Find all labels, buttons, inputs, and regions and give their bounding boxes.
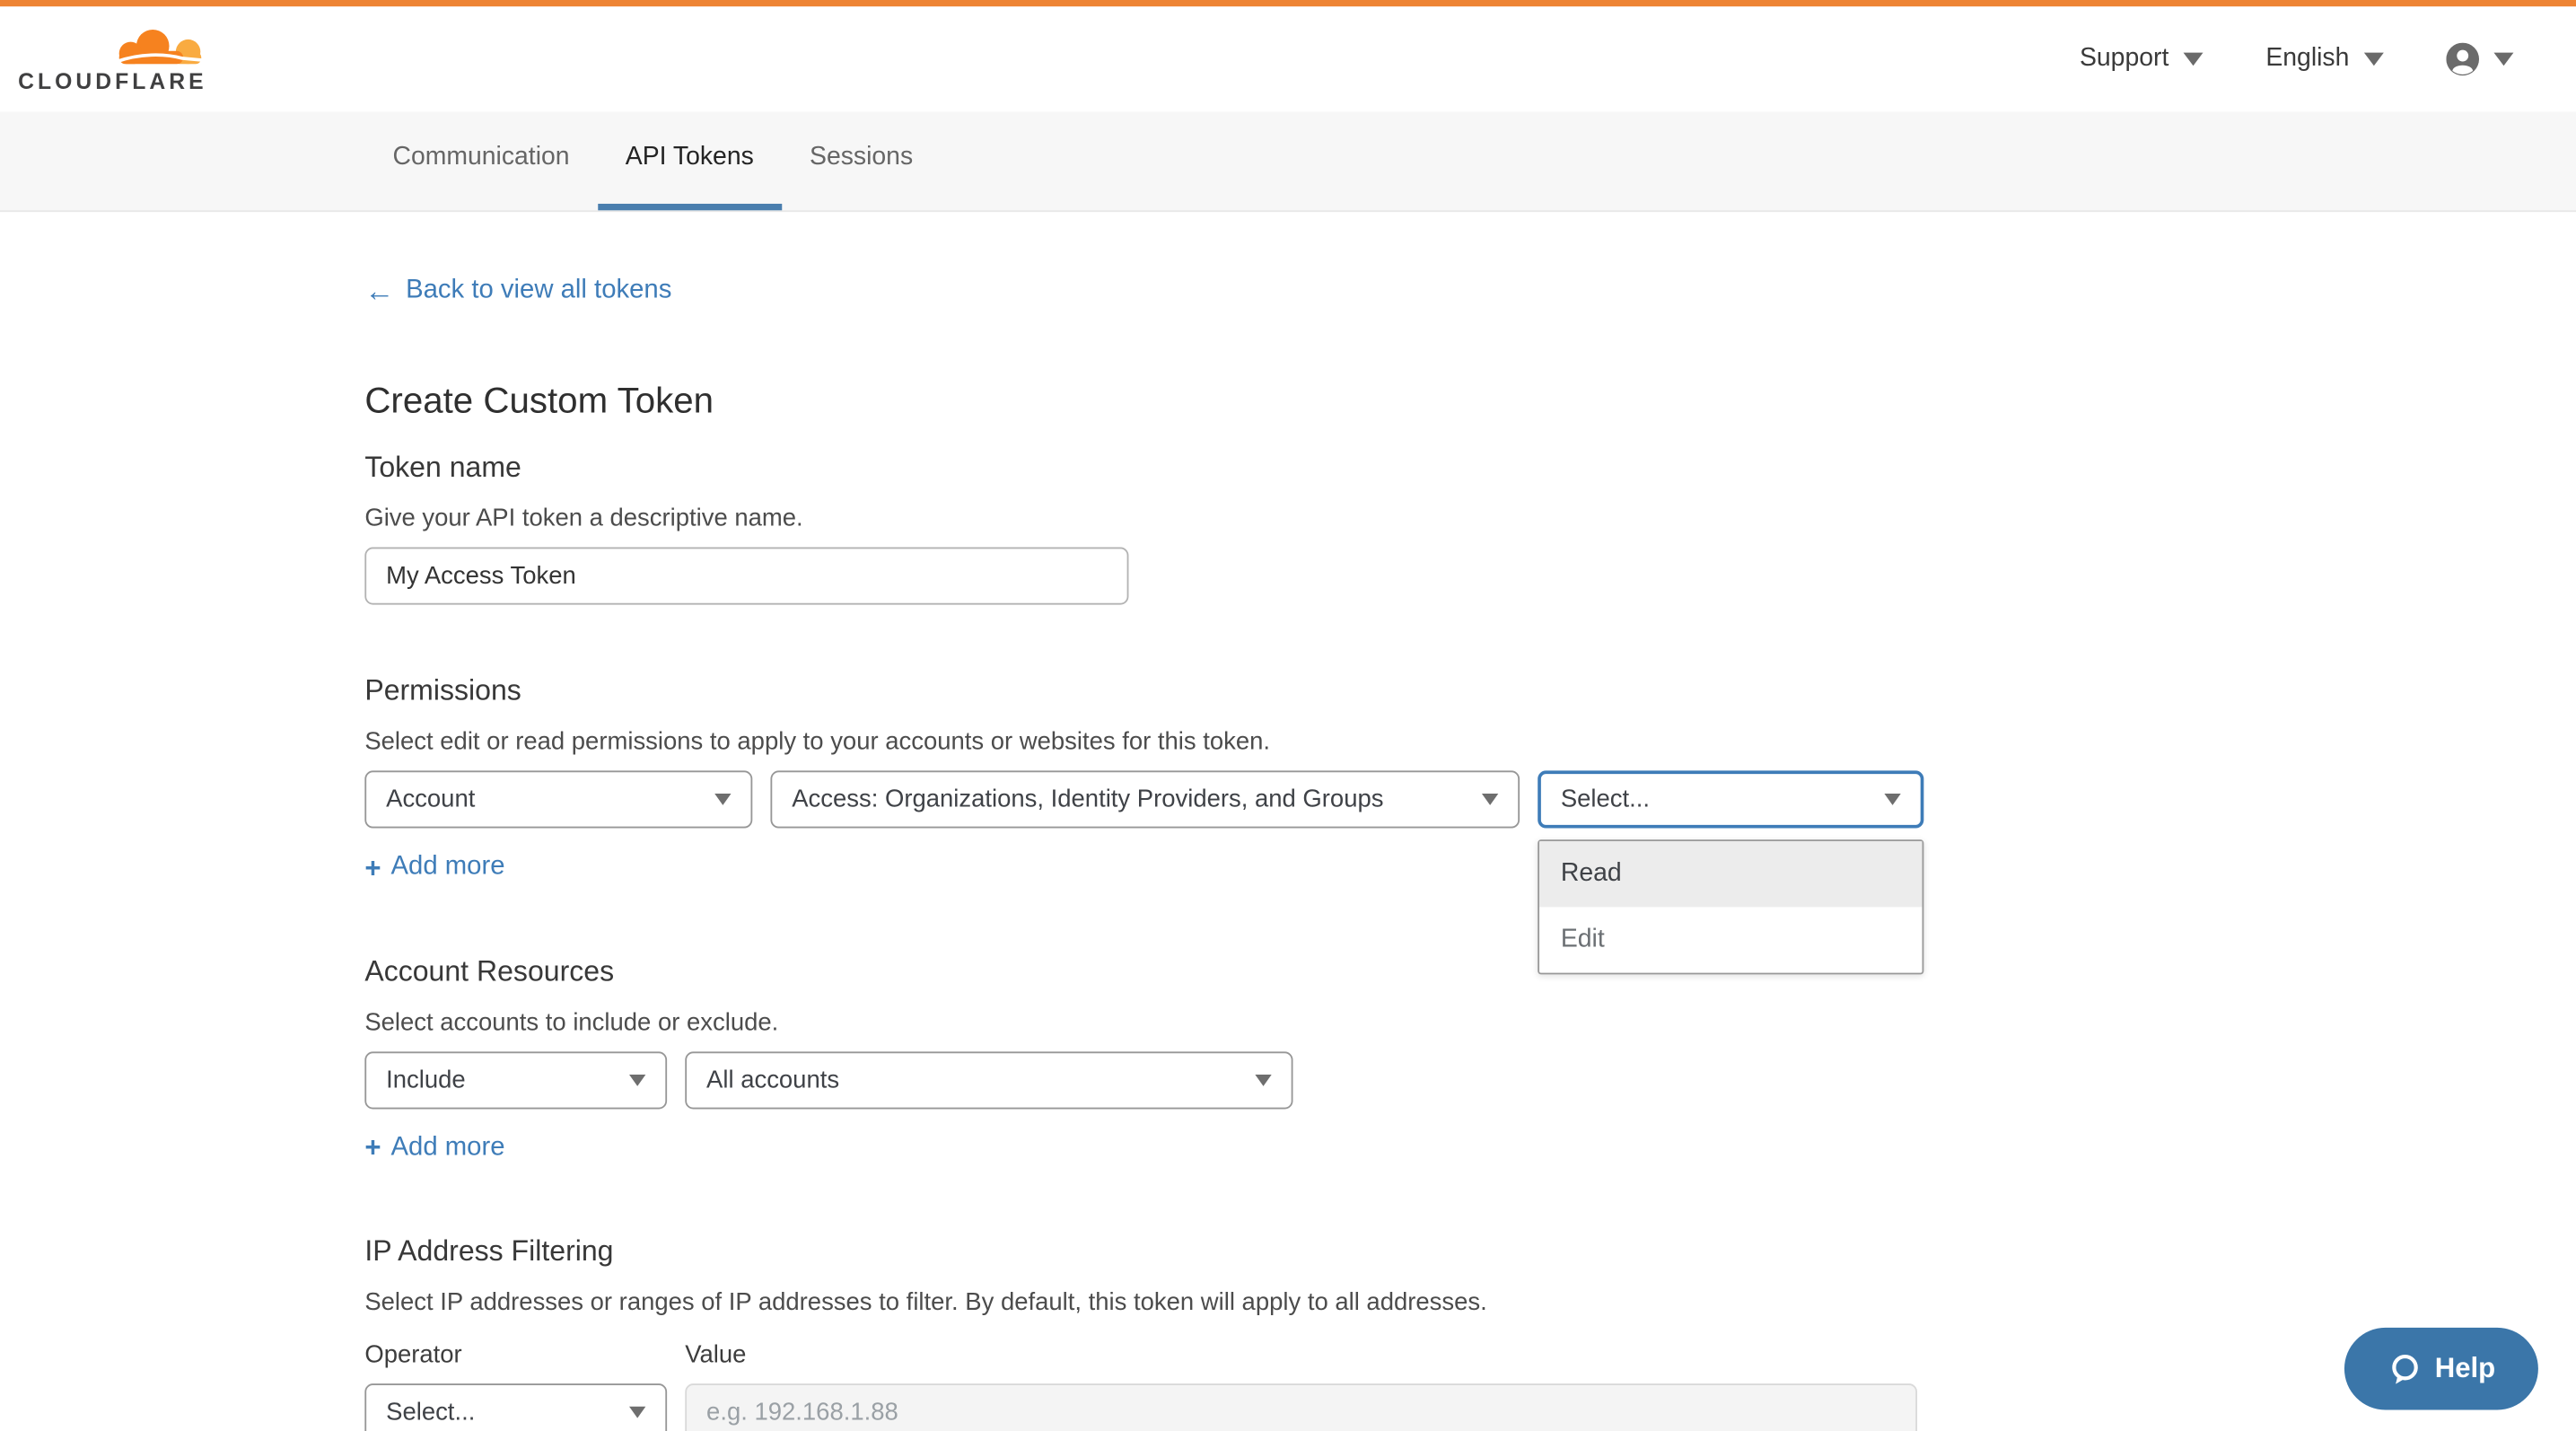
ip-operator-select[interactable]: Select... xyxy=(364,1383,667,1431)
resource-mode-select[interactable]: Include xyxy=(364,1051,667,1109)
permission-level-select[interactable]: Select... Read Edit xyxy=(1538,770,1923,828)
tab-communication-label: Communication xyxy=(392,143,569,172)
add-account-resource-link[interactable]: + Add more xyxy=(364,1133,504,1163)
plus-icon: + xyxy=(364,1134,381,1162)
header-right: Support English xyxy=(2080,43,2513,76)
tab-communication[interactable]: Communication xyxy=(364,111,597,210)
token-name-input[interactable] xyxy=(364,548,1128,605)
tab-sessions-label: Sessions xyxy=(810,143,913,172)
tab-api-tokens[interactable]: API Tokens xyxy=(598,111,782,210)
add-permission-link[interactable]: + Add more xyxy=(364,853,504,882)
plus-icon: + xyxy=(364,854,381,882)
cloudflare-logo[interactable]: CLOUDFLARE xyxy=(18,26,206,92)
permission-level-menu: Read Edit xyxy=(1538,839,1923,974)
menu-item-edit[interactable]: Edit xyxy=(1539,907,1922,972)
language-label: English xyxy=(2265,44,2349,74)
page: CLOUDFLARE Support English xyxy=(0,0,2576,1431)
ip-filtering-row: Select... xyxy=(364,1383,1925,1431)
token-name-heading: Token name xyxy=(364,451,1925,485)
caret-down-icon xyxy=(2184,53,2204,66)
back-arrow-icon: ← xyxy=(364,276,394,305)
caret-down-icon xyxy=(2364,53,2384,66)
add-account-resource-label: Add more xyxy=(391,1133,505,1163)
ip-value-input[interactable] xyxy=(685,1383,1917,1431)
tab-api-tokens-label: API Tokens xyxy=(626,143,754,172)
back-link-label: Back to view all tokens xyxy=(406,276,671,305)
help-button-label: Help xyxy=(2435,1352,2495,1385)
help-button[interactable]: Help xyxy=(2344,1328,2538,1410)
menu-item-read[interactable]: Read xyxy=(1539,841,1922,907)
token-name-description: Give your API token a descriptive name. xyxy=(364,505,1925,532)
caret-down-icon xyxy=(2493,53,2513,66)
back-link[interactable]: ← Back to view all tokens xyxy=(364,276,671,305)
logo-text: CLOUDFLARE xyxy=(18,70,206,92)
permissions-description: Select edit or read permissions to apply… xyxy=(364,728,1925,756)
value-label: Value xyxy=(685,1341,746,1369)
support-label: Support xyxy=(2080,44,2169,74)
account-resources-description: Select accounts to include or exclude. xyxy=(364,1008,1925,1036)
caret-down-icon xyxy=(1255,1074,1271,1085)
language-menu[interactable]: English xyxy=(2265,44,2383,74)
avatar-icon xyxy=(2446,43,2479,76)
permissions-heading: Permissions xyxy=(364,673,1925,707)
permission-scope-value: Account xyxy=(386,786,475,813)
permissions-row: Account Access: Organizations, Identity … xyxy=(364,770,1925,828)
operator-label: Operator xyxy=(364,1341,667,1369)
header: CLOUDFLARE Support English xyxy=(0,6,2576,111)
tab-sessions[interactable]: Sessions xyxy=(782,111,941,210)
ip-filtering-labels: Operator Value xyxy=(364,1341,1925,1369)
account-resources-row: Include All accounts xyxy=(364,1051,1925,1109)
main-content: ← Back to view all tokens Create Custom … xyxy=(0,212,1925,1431)
resource-accounts-value: All accounts xyxy=(706,1066,839,1093)
permission-group-select[interactable]: Access: Organizations, Identity Provider… xyxy=(770,770,1520,828)
ip-operator-value: Select... xyxy=(386,1399,475,1427)
cloudflare-cloud-icon xyxy=(115,26,206,69)
page-title: Create Custom Token xyxy=(364,380,1925,423)
ip-filtering-heading: IP Address Filtering xyxy=(364,1234,1925,1269)
brand-accent-bar xyxy=(0,0,2576,6)
tabbar: Communication API Tokens Sessions xyxy=(0,111,2576,212)
resource-accounts-select[interactable]: All accounts xyxy=(685,1051,1292,1109)
add-permission-label: Add more xyxy=(391,853,505,882)
chat-bubble-icon xyxy=(2388,1351,2422,1385)
resource-mode-value: Include xyxy=(386,1066,466,1093)
ip-filtering-description: Select IP addresses or ranges of IP addr… xyxy=(364,1288,1925,1316)
caret-down-icon xyxy=(1884,794,1900,805)
caret-down-icon xyxy=(1482,794,1498,805)
caret-down-icon xyxy=(629,1407,645,1418)
permission-level-value: Select... xyxy=(1561,786,1650,813)
account-menu[interactable] xyxy=(2446,43,2513,76)
support-menu[interactable]: Support xyxy=(2080,44,2204,74)
caret-down-icon xyxy=(714,794,731,805)
caret-down-icon xyxy=(629,1074,645,1085)
permission-scope-select[interactable]: Account xyxy=(364,770,752,828)
permission-group-value: Access: Organizations, Identity Provider… xyxy=(792,786,1383,813)
